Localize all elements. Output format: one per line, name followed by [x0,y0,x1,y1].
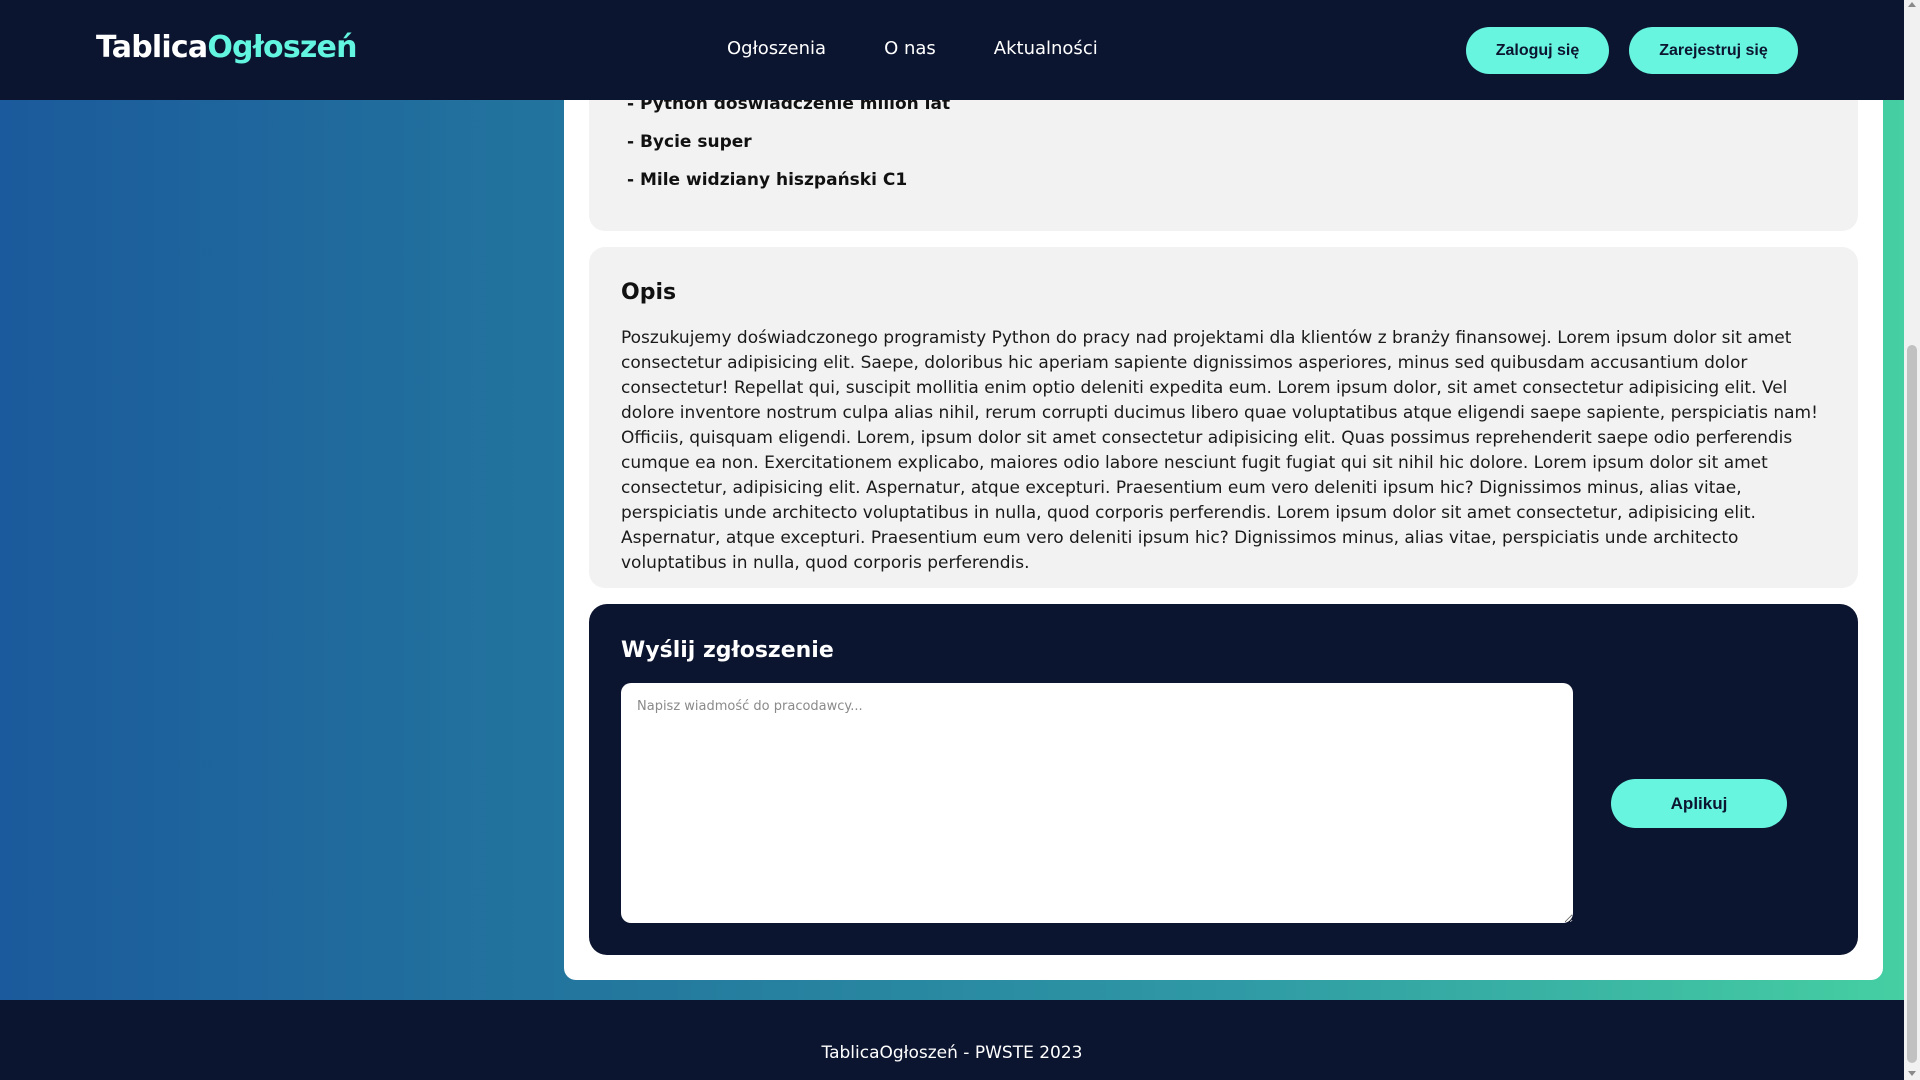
logo-text-ogloszen: Ogłoszeń [207,30,357,65]
scroll-down-arrow-icon[interactable] [1908,1071,1916,1076]
nav-item-o-nas[interactable]: O nas [884,38,936,59]
scrollbar-thumb[interactable] [1907,345,1917,1063]
login-button[interactable]: Zaloguj się [1466,27,1609,74]
logo-text-tablica: Tablica [96,30,208,65]
footer [0,1000,1904,1080]
requirement-item: - Mile widziany hiszpański C1 [627,170,908,190]
requirement-item: - Bycie super [627,132,752,152]
footer-text: TablicaOgłoszeń - PWSTE 2023 [821,1043,1083,1063]
application-title: Wyślij zgłoszenie [621,638,834,663]
top-navbar: TablicaOgłoszeń Ogłoszenia O nas Aktualn… [0,0,1904,100]
register-button[interactable]: Zarejestruj się [1629,27,1798,74]
message-textarea[interactable] [621,683,1573,923]
site-logo[interactable]: TablicaOgłoszeń [96,30,357,65]
nav-item-aktualnosci[interactable]: Aktualności [994,38,1098,59]
apply-button[interactable]: Aplikuj [1611,779,1787,828]
description-title: Opis [621,280,677,305]
scroll-up-arrow-icon[interactable] [1908,2,1916,7]
nav-item-ogloszenia[interactable]: Ogłoszenia [727,38,826,59]
main-nav: Ogłoszenia O nas Aktualności [727,38,1098,59]
description-text: Poszukujemy doświadczonego programisty P… [621,328,1818,573]
